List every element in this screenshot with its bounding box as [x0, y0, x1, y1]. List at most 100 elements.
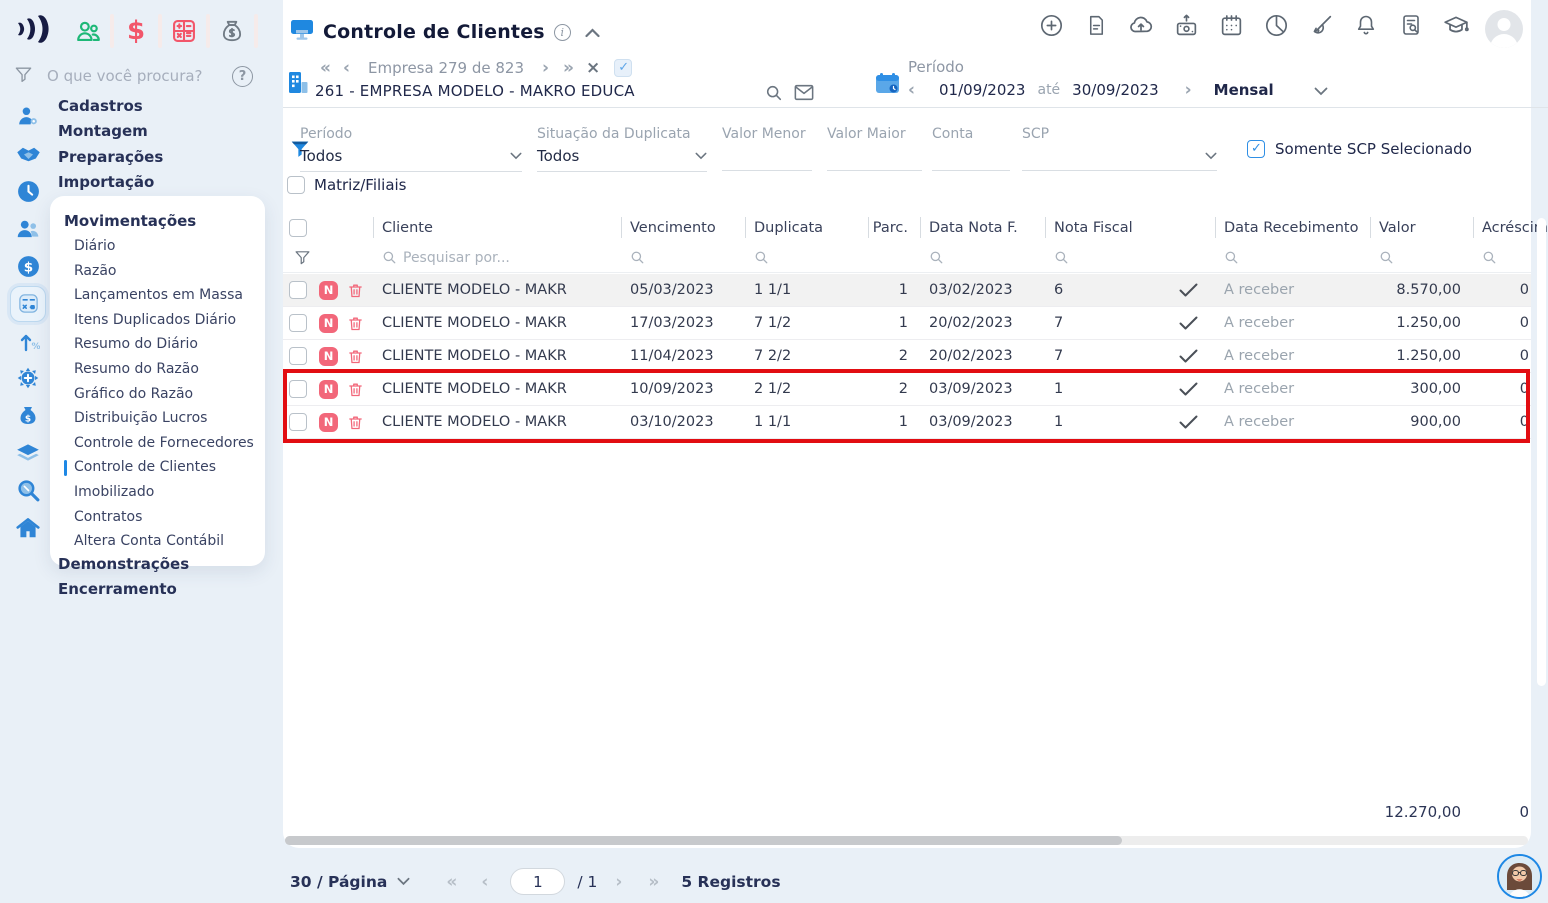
row-checkbox[interactable]: [289, 314, 307, 332]
search-data-nota[interactable]: [920, 243, 1045, 272]
last-page-icon[interactable]: »: [648, 872, 659, 892]
select-all-checkbox[interactable]: [289, 218, 307, 237]
user-avatar[interactable]: [1485, 10, 1523, 48]
search-nota-fiscal[interactable]: [1045, 243, 1170, 272]
audit-search-icon[interactable]: [1398, 12, 1424, 38]
submenu-item-controle-clientes[interactable]: Controle de Clientes: [64, 455, 265, 480]
bell-icon[interactable]: [1353, 12, 1379, 38]
first-page-icon[interactable]: «: [446, 872, 457, 892]
sidebar-item-cadastros[interactable]: Cadastros: [58, 94, 163, 119]
next-period-icon[interactable]: ›: [1185, 80, 1192, 100]
trash-icon[interactable]: [347, 414, 364, 431]
submenu-item-grafico-razao[interactable]: Gráfico do Razão: [64, 382, 265, 407]
calculator-icon[interactable]: [8, 285, 48, 322]
horizontal-scrollbar-thumb[interactable]: [285, 836, 1122, 845]
submenu-item-razao[interactable]: Razão: [64, 259, 265, 284]
filter-situacao[interactable]: Situação da Duplicata Todos: [537, 124, 707, 172]
submenu-item-contratos[interactable]: Contratos: [64, 505, 265, 530]
handshake-icon[interactable]: [8, 135, 48, 172]
search-icon[interactable]: [8, 472, 48, 509]
layers-icon[interactable]: [8, 435, 48, 472]
new-badge[interactable]: N: [319, 379, 338, 399]
new-badge[interactable]: N: [319, 346, 338, 366]
col-duplicata[interactable]: Duplicata: [745, 212, 868, 243]
people-icon[interactable]: [8, 210, 48, 247]
row-checkbox[interactable]: [289, 347, 307, 365]
calendar-icon[interactable]: [1218, 12, 1244, 38]
period-mode-chevron-icon[interactable]: [1314, 81, 1328, 100]
checkbox-icon[interactable]: [1247, 140, 1265, 158]
new-badge[interactable]: N: [319, 313, 338, 333]
sidebar-item-montagem[interactable]: Montagem: [58, 119, 163, 144]
search-data-recebimento[interactable]: [1215, 243, 1370, 272]
graduation-cap-icon[interactable]: [1443, 12, 1469, 38]
col-cliente[interactable]: Cliente: [373, 212, 621, 243]
trash-icon[interactable]: [347, 282, 364, 299]
submenu-item-altera-conta[interactable]: Altera Conta Contábil: [64, 529, 265, 554]
col-vencimento[interactable]: Vencimento: [621, 212, 745, 243]
first-company-icon[interactable]: «: [320, 58, 331, 78]
sidebar-search-input[interactable]: [47, 67, 232, 85]
info-icon[interactable]: i: [553, 23, 571, 41]
search-vencimento[interactable]: [621, 243, 745, 272]
money-bag-icon[interactable]: $: [8, 397, 48, 434]
checkbox-icon[interactable]: [287, 176, 305, 194]
add-icon[interactable]: [1038, 12, 1064, 38]
prev-page-icon[interactable]: ‹: [481, 872, 488, 892]
dollar-circle-icon[interactable]: $: [8, 248, 48, 285]
submenu-item-imobilizado[interactable]: Imobilizado: [64, 480, 265, 505]
col-valor[interactable]: Valor: [1370, 212, 1473, 243]
trend-percent-icon[interactable]: %: [8, 322, 48, 359]
period-mode[interactable]: Mensal: [1214, 81, 1274, 99]
submenu-item-resumo-razao[interactable]: Resumo do Razão: [64, 357, 265, 382]
sidebar-item-preparacoes[interactable]: Preparações: [58, 145, 163, 170]
submenu-item-distribuicao-lucros[interactable]: Distribuição Lucros: [64, 406, 265, 431]
submenu-item-itens-duplicados[interactable]: Itens Duplicados Diário: [64, 308, 265, 333]
app-moneybag-icon[interactable]: [210, 11, 254, 51]
new-badge[interactable]: N: [319, 412, 338, 432]
col-nota-fiscal[interactable]: Nota Fiscal: [1045, 212, 1170, 243]
sidebar-filter-icon[interactable]: [14, 65, 33, 88]
trash-icon[interactable]: [347, 381, 364, 398]
sidebar-item-importacao[interactable]: Importação: [58, 170, 163, 195]
filter-conta[interactable]: Conta: [932, 124, 1010, 171]
new-badge[interactable]: N: [319, 280, 338, 300]
home-icon[interactable]: [8, 509, 48, 546]
help-icon[interactable]: ?: [232, 65, 253, 87]
page-size-select[interactable]: 30 / Página: [290, 873, 410, 891]
cash-upload-icon[interactable]: [1173, 12, 1199, 38]
prev-period-icon[interactable]: ‹: [908, 80, 915, 100]
period-to[interactable]: 30/09/2023: [1072, 81, 1158, 99]
submenu-item-diario[interactable]: Diário: [64, 234, 265, 259]
clear-company-icon[interactable]: ×: [586, 58, 600, 78]
company-search-icon[interactable]: [765, 84, 783, 106]
filter-scp[interactable]: SCP: [1022, 124, 1217, 171]
app-finance-icon[interactable]: $: [114, 11, 158, 51]
app-calculator-icon[interactable]: [162, 11, 206, 51]
prev-company-icon[interactable]: ‹: [343, 58, 350, 78]
next-company-icon[interactable]: ›: [542, 58, 549, 78]
company-checkbox[interactable]: [614, 59, 633, 77]
collapse-chevron-icon[interactable]: [585, 23, 600, 42]
period-from[interactable]: 01/09/2023: [939, 81, 1025, 99]
filter-valor-menor[interactable]: Valor Menor: [722, 124, 812, 171]
search-valor[interactable]: [1370, 243, 1473, 272]
clock-icon[interactable]: [8, 173, 48, 210]
vertical-scrollbar[interactable]: [1537, 218, 1546, 686]
col-parc[interactable]: Parc.: [868, 212, 920, 243]
col-data-nota[interactable]: Data Nota F.: [920, 212, 1045, 243]
row-checkbox[interactable]: [289, 413, 307, 431]
submenu-item-resumo-diario[interactable]: Resumo do Diário: [64, 332, 265, 357]
row-checkbox[interactable]: [289, 281, 307, 299]
submenu-item-controle-fornecedores[interactable]: Controle de Fornecedores: [64, 431, 265, 456]
mail-icon[interactable]: [794, 84, 814, 105]
cloud-upload-icon[interactable]: [1128, 12, 1154, 38]
sidebar-item-movimentacoes[interactable]: Movimentações: [64, 208, 265, 234]
last-company-icon[interactable]: »: [563, 58, 574, 78]
sidebar-item-encerramento[interactable]: Encerramento: [58, 577, 189, 602]
broom-icon[interactable]: [1308, 12, 1334, 38]
row-checkbox[interactable]: [289, 380, 307, 398]
search-cliente[interactable]: Pesquisar por...: [373, 243, 621, 272]
app-people-icon[interactable]: [66, 11, 110, 51]
matriz-filiais-checkbox[interactable]: Matriz/Filiais: [287, 176, 407, 194]
